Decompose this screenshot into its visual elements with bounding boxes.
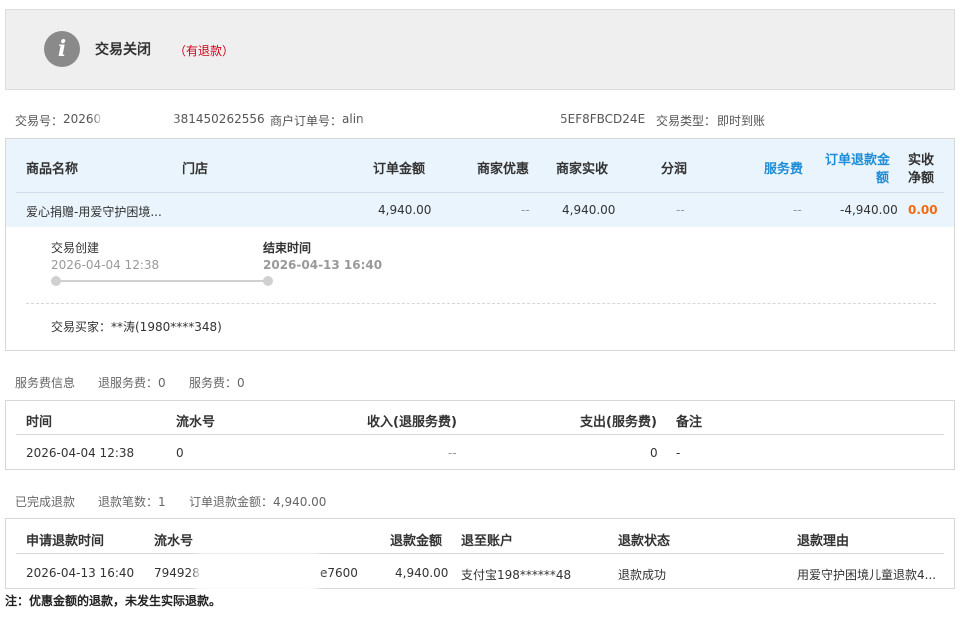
order-table-header: 商品名称 门店 订单金额 商家优惠 商家实收 分润 服务费 订单退款金 额 实收…	[6, 139, 954, 227]
info-icon: i	[44, 31, 80, 67]
col-net-received-cont: 净额	[908, 171, 935, 186]
col-merchant-discount: 商家优惠	[477, 162, 530, 177]
redaction-blur	[202, 559, 312, 587]
col-service-fee[interactable]: 服务费	[764, 158, 803, 177]
buyer-info: 交易买家：**涛(1980****348)	[51, 320, 222, 334]
table-divider	[16, 553, 944, 554]
service-fee-total: 服务费：0	[189, 376, 245, 390]
col-split: 分润	[661, 162, 688, 177]
col-order-refund-amount-cont[interactable]: 额	[876, 167, 889, 186]
redaction-blur	[372, 106, 552, 132]
discount-cell: --	[521, 203, 530, 217]
refund-time-cell: 2026-04-13 16:40	[26, 566, 135, 580]
refund-amount-cell: -4,940.00	[840, 203, 898, 217]
col-store: 门店	[182, 162, 209, 177]
th-serial: 流水号	[176, 415, 216, 430]
timeline-created-label: 交易创建	[51, 241, 100, 255]
trade-no-start: 20260	[63, 112, 102, 126]
received-cell: 4,940.00	[562, 203, 616, 217]
refund-status-cell: 退款成功	[618, 568, 667, 582]
timeline-bar	[56, 280, 270, 282]
timeline-dot-created	[51, 276, 61, 286]
col-merchant-received: 商家实收	[556, 162, 609, 177]
status-banner: i 交易关闭 （有退款）	[5, 9, 955, 90]
trade-type-label: 交易类型：	[656, 114, 717, 128]
refund-section-title: 已完成退款	[15, 495, 76, 509]
refund-amount-cell: 4,940.00	[395, 566, 449, 580]
order-detail-panel: 商品名称 门店 订单金额 商家优惠 商家实收 分润 服务费 订单退款金 额 实收…	[5, 138, 955, 351]
th-remark: 备注	[676, 415, 703, 430]
service-fee-section-title: 服务费信息	[15, 376, 76, 390]
refund-table: 申请退款时间 流水号 退款金额 退至账户 退款状态 退款理由 2026-04-1…	[5, 518, 955, 589]
col-order-amount: 订单金额	[373, 162, 426, 177]
th-time: 时间	[26, 415, 53, 430]
th-refund-account: 退至账户	[461, 534, 514, 549]
refund-reason-cell: 用爱守护困境儿童退款4...	[797, 568, 937, 582]
col-order-refund-amount[interactable]: 订单退款金	[825, 149, 890, 168]
merchant-order-end: 5EF8FBCD24E	[560, 112, 646, 126]
timeline-dot-ended	[263, 276, 273, 286]
trade-type-value: 即时到账	[717, 114, 766, 128]
merchant-order-start: alin	[342, 112, 364, 126]
service-fee-cell: --	[793, 203, 802, 217]
service-income-cell: --	[448, 446, 457, 460]
service-remark-cell: -	[676, 446, 681, 460]
th-refund-status: 退款状态	[618, 534, 671, 549]
status-subtitle: （有退款）	[174, 44, 235, 58]
col-net-received: 实收	[908, 153, 935, 168]
timeline-ended-time: 2026-04-13 16:40	[263, 258, 383, 272]
th-refund-time: 申请退款时间	[26, 534, 105, 549]
split-cell: --	[676, 203, 685, 217]
redaction-blur	[104, 106, 166, 132]
service-time-cell: 2026-04-04 12:38	[26, 446, 135, 460]
service-serial-cell: 0	[176, 446, 184, 460]
th-refund-reason: 退款理由	[797, 534, 850, 549]
order-amount-cell: 4,940.00	[378, 203, 432, 217]
refund-serial-start: 794928	[154, 566, 200, 580]
trade-no-label: 交易号：	[15, 114, 64, 128]
service-fee-table: 时间 流水号 收入(退服务费) 支出(服务费) 备注 2026-04-04 12…	[5, 400, 955, 470]
timeline-ended-label: 结束时间	[263, 241, 312, 255]
product-name-cell: 爱心捐赠-用爱守护困境...	[26, 205, 162, 219]
trade-no-end: 381450262556	[173, 112, 265, 126]
status-title: 交易关闭	[95, 42, 151, 58]
refund-service-fee: 退服务费：0	[98, 376, 166, 390]
th-expense: 支出(服务费)	[580, 415, 657, 430]
th-refund-serial: 流水号	[154, 534, 194, 549]
footnote: 注：优惠金额的退款，未发生实际退款。	[5, 594, 222, 608]
dashed-divider	[26, 303, 936, 304]
th-income: 收入(退服务费)	[367, 415, 457, 430]
table-divider	[16, 434, 944, 435]
refund-account-cell: 支付宝198******48	[461, 568, 572, 582]
refund-total-amount: 订单退款金额：4,940.00	[189, 495, 327, 509]
service-expense-cell: 0	[650, 446, 658, 460]
refund-count: 退款笔数：1	[98, 495, 166, 509]
merchant-order-label: 商户订单号：	[270, 114, 343, 128]
timeline-created-time: 2026-04-04 12:38	[51, 258, 160, 272]
net-received-cell: 0.00	[908, 203, 938, 217]
col-product-name: 商品名称	[26, 162, 79, 177]
refund-serial-end: e7600	[320, 566, 358, 580]
th-refund-amount: 退款金额	[390, 534, 443, 549]
header-divider	[16, 192, 944, 193]
